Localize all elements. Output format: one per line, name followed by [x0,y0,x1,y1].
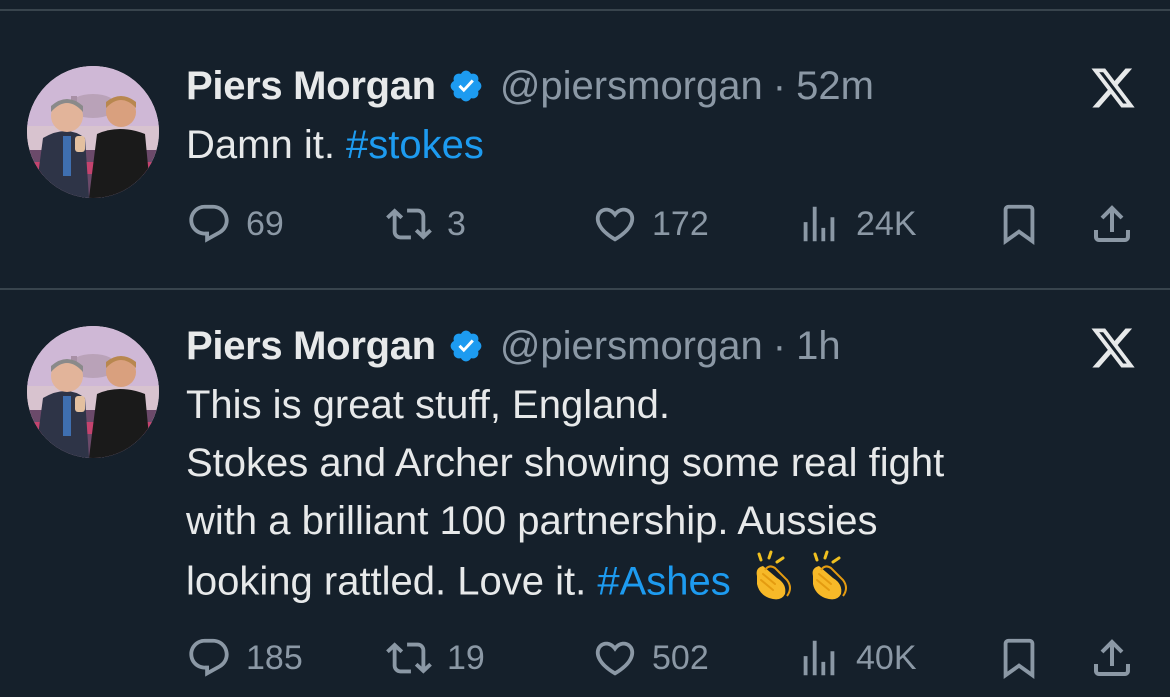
bookmark-icon [1003,638,1035,679]
views-count: 40K [856,638,917,677]
reply-count: 185 [246,638,303,677]
share-icon [1094,639,1130,676]
tweet-feed: Piers Morgan @piersmorgan · 52m Damn it.… [0,0,1170,697]
tweet-text: Damn it. #stokes [186,116,484,174]
reply-count: 69 [246,204,284,243]
reply-button[interactable]: 185 [186,630,303,686]
retweet-button[interactable]: 3 [385,196,466,252]
like-button[interactable]: 502 [592,630,709,686]
tweet-text-line-last: looking rattled. Love it. #Ashes [186,550,944,618]
like-icon [595,207,635,242]
clapping-hands-icon [803,550,855,618]
avatar[interactable] [27,326,159,458]
hashtag-link[interactable]: #Ashes [597,560,730,604]
verified-badge-icon [448,328,484,364]
like-icon [595,641,635,676]
separator-dot: · [772,323,787,368]
like-button[interactable]: 172 [592,196,709,252]
views-button[interactable]: 40K [796,630,917,686]
tweet-actions: 185 19 502 40K [0,630,1170,686]
retweet-icon [386,208,432,240]
clapping-hands-icon [747,550,799,618]
verified-badge-icon [448,68,484,104]
views-icon [803,640,835,676]
tweet-header: Piers Morgan @piersmorgan · 52m [186,60,874,112]
x-logo-icon[interactable] [1088,64,1138,112]
tweet[interactable]: Piers Morgan @piersmorgan · 1h This is g… [0,290,1170,697]
retweet-count: 19 [447,638,485,677]
display-name[interactable]: Piers Morgan [186,64,436,109]
hashtag-link[interactable]: #stokes [346,123,484,167]
reply-icon [189,204,229,243]
reply-icon [189,638,229,677]
retweet-count: 3 [447,204,466,243]
views-button[interactable]: 24K [796,196,917,252]
timestamp[interactable]: 1h [796,324,841,369]
share-button[interactable] [1088,630,1136,686]
tweet-actions: 69 3 172 24K [0,196,1170,252]
tweet-text-segment: Damn it. [186,123,347,167]
bookmark-button[interactable] [996,630,1042,686]
share-icon [1094,205,1130,242]
timestamp[interactable]: 52m [796,64,874,109]
tweet-text-segment: looking rattled. Love it. [186,559,598,604]
views-count: 24K [856,204,917,243]
display-name[interactable]: Piers Morgan [186,324,436,369]
like-count: 172 [652,204,709,243]
reply-button[interactable]: 69 [186,196,284,252]
tweet-text: This is great stuff, England. Stokes and… [186,376,944,618]
like-count: 502 [652,638,709,677]
avatar[interactable] [27,66,159,198]
tweet-text-line: Stokes and Archer showing some real figh… [186,441,945,485]
bookmark-button[interactable] [996,196,1042,252]
handle[interactable]: @piersmorgan [500,64,763,109]
tweet-header: Piers Morgan @piersmorgan · 1h [186,320,841,372]
retweet-button[interactable]: 19 [385,630,485,686]
retweet-icon [386,642,432,674]
bookmark-icon [1003,204,1035,245]
tweet-text-line: with a brilliant 100 partnership. Aussie… [186,499,878,543]
tweet[interactable]: Piers Morgan @piersmorgan · 52m Damn it.… [0,0,1170,288]
handle[interactable]: @piersmorgan [500,324,763,369]
share-button[interactable] [1088,196,1136,252]
separator-dot: · [772,63,787,108]
tweet-text-line: This is great stuff, England. [186,383,670,427]
views-icon [803,206,835,242]
x-logo-icon[interactable] [1088,324,1138,372]
